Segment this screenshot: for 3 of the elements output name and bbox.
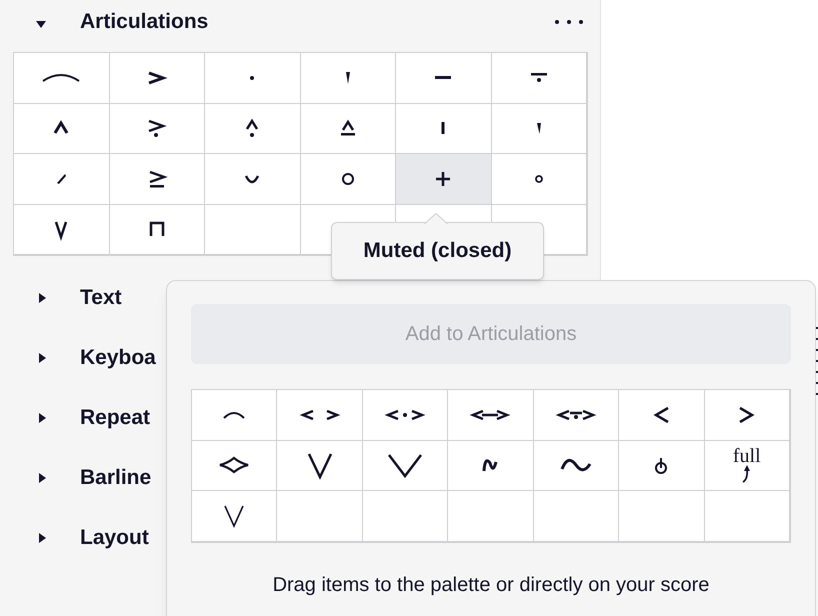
bend-label: full xyxy=(732,447,761,466)
tooltip-text: Muted (closed) xyxy=(363,238,512,264)
hint-text: Drag items to the palette or directly on your score xyxy=(272,572,710,598)
